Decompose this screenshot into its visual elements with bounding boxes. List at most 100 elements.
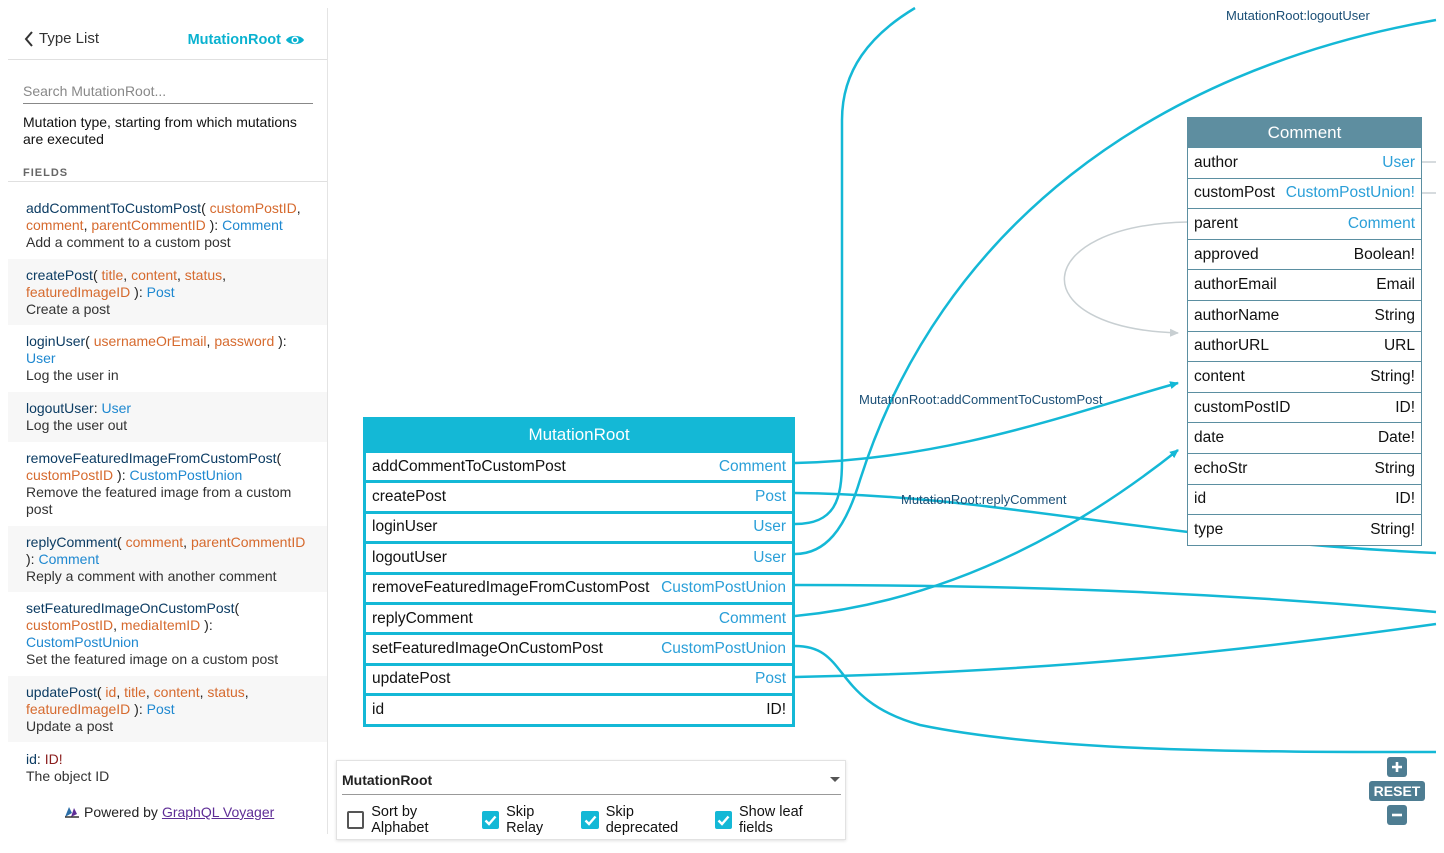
node-row-approved[interactable]: approved Boolean! (1188, 238, 1421, 270)
node-row-removefeaturedimagefromcustompost[interactable]: removeFeaturedImageFromCustomPost CustomP… (366, 571, 792, 602)
field-arg[interactable]: parentCommentID (191, 534, 305, 550)
node-row-custompostid[interactable]: customPostID ID! (1188, 391, 1421, 423)
field-name[interactable]: removeFeaturedImageFromCustomPost (26, 450, 277, 466)
field-item-removefeaturedimagefromcustompost[interactable]: removeFeaturedImageFromCustomPost( custo… (8, 450, 327, 518)
node-row-setfeaturedimageoncustompost[interactable]: setFeaturedImageOnCustomPost CustomPostUn… (366, 632, 792, 662)
node-row-createpost[interactable]: createPost Post (366, 480, 792, 510)
node-row-addcommenttocustompost[interactable]: addCommentToCustomPost Comment (366, 450, 792, 480)
field-arg[interactable]: status (207, 684, 244, 700)
node-row-type[interactable]: type String! (1188, 514, 1421, 545)
field-type-link[interactable]: Comment (222, 217, 283, 233)
node-row-authoremail[interactable]: authorEmail Email (1188, 269, 1421, 300)
comment-node[interactable]: Comment author User customPost CustomPostU… (1187, 117, 1422, 546)
field-item-addcommenttocustompost[interactable]: addCommentToCustomPost( customPostID, co… (8, 200, 327, 251)
eye-icon[interactable] (285, 33, 305, 47)
field-name[interactable]: addCommentToCustomPost (26, 200, 201, 216)
comment-node-title[interactable]: Comment (1188, 118, 1421, 147)
reset-zoom-button[interactable]: RESET (1369, 781, 1425, 801)
node-row-echostr[interactable]: echoStr String (1188, 452, 1421, 484)
field-arg[interactable]: parentCommentID (91, 217, 205, 233)
node-row-custompost[interactable]: customPost CustomPostUnion! (1188, 177, 1421, 209)
field-arg[interactable]: comment (26, 217, 84, 233)
field-item-logoutuser[interactable]: logoutUser: User Log the user out (8, 392, 327, 442)
field-arg[interactable]: customPostID (26, 617, 113, 633)
field-arg[interactable]: featuredImageID (26, 284, 130, 300)
field-type-link[interactable]: User (101, 400, 131, 416)
row-type-link[interactable]: CustomPostUnion (661, 640, 786, 658)
field-arg[interactable]: content (154, 684, 200, 700)
field-type-link[interactable]: CustomPostUnion (129, 467, 242, 483)
skip-deprecated-option[interactable]: Skip deprecated (581, 804, 704, 836)
field-arg[interactable]: title (102, 267, 124, 283)
field-arg[interactable]: customPostID (26, 467, 113, 483)
field-item-updatepost[interactable]: updatePost( id, title, content, status, … (8, 676, 327, 742)
row-type-link[interactable]: Comment (719, 610, 786, 628)
row-type-link[interactable]: Post (755, 488, 786, 506)
field-type-link[interactable]: User (26, 350, 56, 366)
graphql-voyager-link[interactable]: GraphQL Voyager (162, 804, 274, 820)
field-item-replycomment[interactable]: replyComment( comment, parentCommentID )… (8, 526, 327, 592)
sort-by-alphabet-checkbox[interactable] (347, 811, 365, 829)
node-row-updatepost[interactable]: updatePost Post (366, 662, 792, 693)
row-type-link[interactable]: User (753, 549, 786, 567)
mutationroot-node-title[interactable]: MutationRoot (366, 420, 792, 450)
show-leaf-fields-option[interactable]: Show leaf fields (714, 804, 835, 836)
row-type-link[interactable]: User (753, 518, 786, 536)
row-type-link[interactable]: Comment (1348, 215, 1415, 233)
field-arg[interactable]: customPostID (210, 200, 297, 216)
node-row-loginuser[interactable]: loginUser User (366, 510, 792, 541)
node-row-author[interactable]: author User (1188, 147, 1421, 178)
field-type-link[interactable]: Post (147, 284, 175, 300)
back-to-type-list-link[interactable]: Type List (24, 30, 99, 47)
field-name[interactable]: createPost (26, 267, 93, 283)
search-input[interactable] (23, 80, 313, 102)
field-arg[interactable]: password (214, 333, 274, 349)
field-name[interactable]: replyComment (26, 534, 117, 550)
node-row-date[interactable]: date Date! (1188, 422, 1421, 453)
edge-loginuser (794, 6, 916, 526)
node-row-authorname[interactable]: authorName String (1188, 299, 1421, 331)
field-item-setfeaturedimageoncustompost[interactable]: setFeaturedImageOnCustomPost( customPost… (8, 600, 327, 668)
skip-relay-option[interactable]: Skip Relay (481, 804, 572, 836)
node-row-parent[interactable]: parent Comment (1188, 208, 1421, 239)
field-arg[interactable]: usernameOrEmail (94, 333, 207, 349)
field-type-link[interactable]: CustomPostUnion (26, 634, 139, 650)
field-item-loginuser[interactable]: loginUser( usernameOrEmail, password ): … (8, 333, 327, 384)
field-name[interactable]: logoutUser (26, 400, 94, 416)
node-row-authorurl[interactable]: authorURL URL (1188, 330, 1421, 362)
field-type-link[interactable]: Post (147, 701, 175, 717)
show-leaf-fields-checkbox[interactable] (714, 811, 732, 829)
field-arg[interactable]: id (105, 684, 116, 700)
sort-by-alphabet-option[interactable]: Sort by Alphabet (347, 804, 472, 836)
field-arg[interactable]: content (131, 267, 177, 283)
skip-deprecated-checkbox[interactable] (581, 811, 599, 829)
field-name[interactable]: updatePost (26, 684, 97, 700)
root-type-select[interactable]: MutationRoot (342, 765, 841, 795)
zoom-in-button[interactable] (1387, 757, 1407, 777)
row-type-link[interactable]: Comment (719, 458, 786, 476)
node-row-logoutuser[interactable]: logoutUser User (366, 541, 792, 571)
field-item-createpost[interactable]: createPost( title, content, status, feat… (8, 259, 327, 325)
field-name[interactable]: loginUser (26, 333, 85, 349)
row-type-link[interactable]: CustomPostUnion (661, 579, 786, 597)
field-type-link[interactable]: Comment (38, 551, 99, 567)
field-name[interactable]: id (26, 751, 37, 767)
options-row: Sort by Alphabet Skip Relay Skip depreca… (347, 804, 845, 836)
field-arg[interactable]: comment (126, 534, 184, 550)
mutationroot-node[interactable]: MutationRoot addCommentToCustomPost Comme… (363, 417, 795, 727)
row-type-link[interactable]: CustomPostUnion! (1286, 184, 1415, 202)
skip-relay-checkbox[interactable] (481, 811, 500, 829)
field-arg[interactable]: featuredImageID (26, 701, 130, 717)
node-row-replycomment[interactable]: replyComment Comment (366, 601, 792, 632)
field-item-id[interactable]: id: ID! The object ID (8, 751, 327, 785)
field-name[interactable]: setFeaturedImageOnCustomPost (26, 600, 235, 616)
row-type-link[interactable]: Post (755, 670, 786, 688)
node-row-id[interactable]: id ID! (366, 693, 792, 723)
zoom-out-button[interactable] (1387, 805, 1407, 825)
field-arg[interactable]: title (124, 684, 146, 700)
row-type-link[interactable]: User (1382, 154, 1415, 172)
node-row-content[interactable]: content String! (1188, 361, 1421, 392)
node-row-id[interactable]: id ID! (1188, 483, 1421, 515)
field-arg[interactable]: status (185, 267, 222, 283)
field-arg[interactable]: mediaItemID (121, 617, 200, 633)
